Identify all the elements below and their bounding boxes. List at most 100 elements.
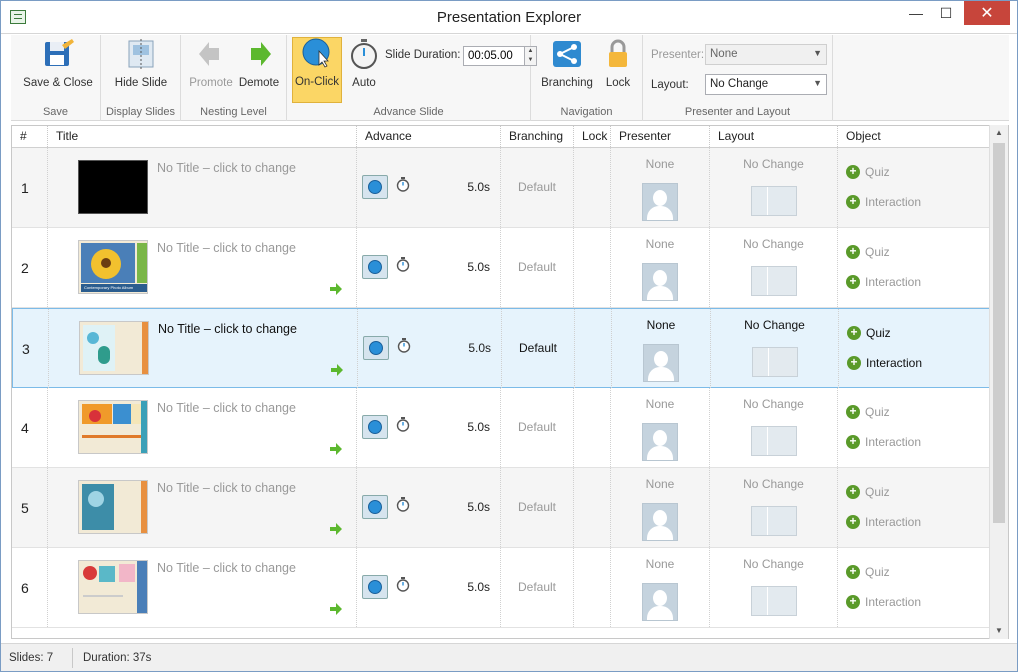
table-row[interactable]: 6 No Title – click to change 5.0s Defaul… [12, 548, 990, 628]
vertical-scrollbar[interactable]: ▲ ▼ [989, 125, 1008, 639]
layout-cell[interactable]: No Change [710, 468, 838, 547]
add-quiz-button[interactable]: + Quiz [846, 245, 890, 259]
on-click-button[interactable]: On-Click [292, 37, 342, 103]
table-row[interactable]: 4 No Title – click to change 5.0s Defaul… [12, 388, 990, 468]
col-lock[interactable]: Lock [574, 126, 611, 147]
title-cell[interactable]: No Title – click to change [49, 309, 358, 388]
scroll-down-icon[interactable]: ▼ [990, 623, 1008, 639]
add-quiz-button[interactable]: + Quiz [846, 165, 890, 179]
stopwatch-icon[interactable] [396, 577, 410, 592]
slide-title[interactable]: No Title – click to change [157, 401, 296, 415]
branching-button[interactable]: Branching [539, 39, 595, 89]
slide-title[interactable]: No Title – click to change [157, 561, 296, 575]
title-cell[interactable]: No Title – click to change [48, 148, 357, 227]
col-title[interactable]: Title [48, 126, 357, 147]
branching-cell[interactable]: Default [502, 309, 575, 388]
slide-thumbnail[interactable] [78, 560, 148, 614]
demote-button[interactable]: Demote [235, 39, 283, 89]
col-number[interactable]: # [12, 126, 48, 147]
on-click-toggle[interactable] [362, 575, 388, 599]
title-cell[interactable]: No Title – click to change [48, 468, 357, 547]
lock-cell[interactable] [574, 548, 611, 627]
presenter-cell[interactable]: None [611, 548, 710, 627]
scroll-up-icon[interactable]: ▲ [990, 125, 1008, 141]
col-branching[interactable]: Branching [501, 126, 574, 147]
presenter-cell[interactable]: None [612, 309, 711, 388]
title-cell[interactable]: No Title – click to change [48, 388, 357, 467]
branching-cell[interactable]: Default [501, 228, 574, 307]
slide-title[interactable]: No Title – click to change [157, 161, 296, 175]
auto-button[interactable]: Auto [345, 39, 383, 89]
add-interaction-button[interactable]: + Interaction [846, 515, 921, 529]
stopwatch-icon[interactable] [396, 177, 410, 192]
lock-cell[interactable] [574, 468, 611, 547]
slide-duration[interactable]: 5.0s [467, 500, 490, 514]
col-object[interactable]: Object [838, 126, 990, 147]
table-row[interactable]: 2 Contemporary Photo Album No Title – cl… [12, 228, 990, 308]
stopwatch-icon[interactable] [396, 497, 410, 512]
branching-cell[interactable]: Default [501, 388, 574, 467]
add-interaction-button[interactable]: + Interaction [846, 275, 921, 289]
slide-thumbnail[interactable] [78, 480, 148, 534]
add-interaction-button[interactable]: + Interaction [846, 595, 921, 609]
presenter-cell[interactable]: None [611, 468, 710, 547]
presenter-cell[interactable]: None [611, 228, 710, 307]
slide-title[interactable]: No Title – click to change [157, 241, 296, 255]
slide-duration-input[interactable] [463, 46, 525, 66]
table-row[interactable]: 3 No Title – click to change 5.0s Defaul… [12, 308, 990, 388]
add-interaction-button[interactable]: + Interaction [846, 435, 921, 449]
layout-cell[interactable]: No Change [710, 388, 838, 467]
slide-title[interactable]: No Title – click to change [158, 322, 297, 336]
slide-duration[interactable]: 5.0s [468, 341, 491, 355]
lock-cell[interactable] [574, 228, 611, 307]
promote-button[interactable]: Promote [187, 39, 235, 89]
add-interaction-button[interactable]: + Interaction [846, 195, 921, 209]
presenter-cell[interactable]: None [611, 148, 710, 227]
table-row[interactable]: 1 No Title – click to change 5.0s Defaul… [12, 148, 990, 228]
maximize-button[interactable]: ☐ [931, 1, 961, 25]
title-cell[interactable]: Contemporary Photo Album No Title – clic… [48, 228, 357, 307]
slide-thumbnail[interactable] [78, 160, 148, 214]
add-quiz-button[interactable]: + Quiz [847, 326, 891, 340]
presenter-cell[interactable]: None [611, 388, 710, 467]
layout-cell[interactable]: No Change [710, 228, 838, 307]
stopwatch-icon[interactable] [396, 417, 410, 432]
slide-thumbnail[interactable]: Contemporary Photo Album [78, 240, 148, 294]
slide-title[interactable]: No Title – click to change [157, 481, 296, 495]
slide-duration[interactable]: 5.0s [467, 420, 490, 434]
branching-cell[interactable]: Default [501, 148, 574, 227]
lock-cell[interactable] [574, 388, 611, 467]
add-interaction-button[interactable]: + Interaction [847, 356, 922, 370]
layout-cell[interactable]: No Change [711, 309, 839, 388]
lock-cell[interactable] [575, 309, 612, 388]
layout-cell[interactable]: No Change [710, 548, 838, 627]
on-click-toggle[interactable] [362, 175, 388, 199]
col-layout[interactable]: Layout [710, 126, 838, 147]
slide-thumbnail[interactable] [78, 400, 148, 454]
title-cell[interactable]: No Title – click to change [48, 548, 357, 627]
on-click-toggle[interactable] [363, 336, 389, 360]
layout-cell[interactable]: No Change [710, 148, 838, 227]
branching-cell[interactable]: Default [501, 548, 574, 627]
on-click-toggle[interactable] [362, 255, 388, 279]
minimize-button[interactable]: — [901, 1, 931, 25]
table-row[interactable]: 5 No Title – click to change 5.0s Defaul… [12, 468, 990, 548]
col-advance[interactable]: Advance [357, 126, 501, 147]
slide-duration[interactable]: 5.0s [467, 260, 490, 274]
stopwatch-icon[interactable] [396, 257, 410, 272]
add-quiz-button[interactable]: + Quiz [846, 405, 890, 419]
layout-select[interactable]: No Change ▼ [705, 74, 827, 95]
add-quiz-button[interactable]: + Quiz [846, 565, 890, 579]
presenter-select[interactable]: None ▼ [705, 44, 827, 65]
col-presenter[interactable]: Presenter [611, 126, 710, 147]
add-quiz-button[interactable]: + Quiz [846, 485, 890, 499]
save-close-button[interactable]: Save & Close [19, 39, 97, 89]
on-click-toggle[interactable] [362, 495, 388, 519]
slide-thumbnail[interactable] [79, 321, 149, 375]
close-button[interactable]: ✕ [964, 1, 1010, 25]
hide-slide-button[interactable]: Hide Slide [107, 39, 175, 89]
slide-duration[interactable]: 5.0s [467, 580, 490, 594]
slide-duration[interactable]: 5.0s [467, 180, 490, 194]
lock-button[interactable]: Lock [599, 39, 637, 89]
branching-cell[interactable]: Default [501, 468, 574, 547]
